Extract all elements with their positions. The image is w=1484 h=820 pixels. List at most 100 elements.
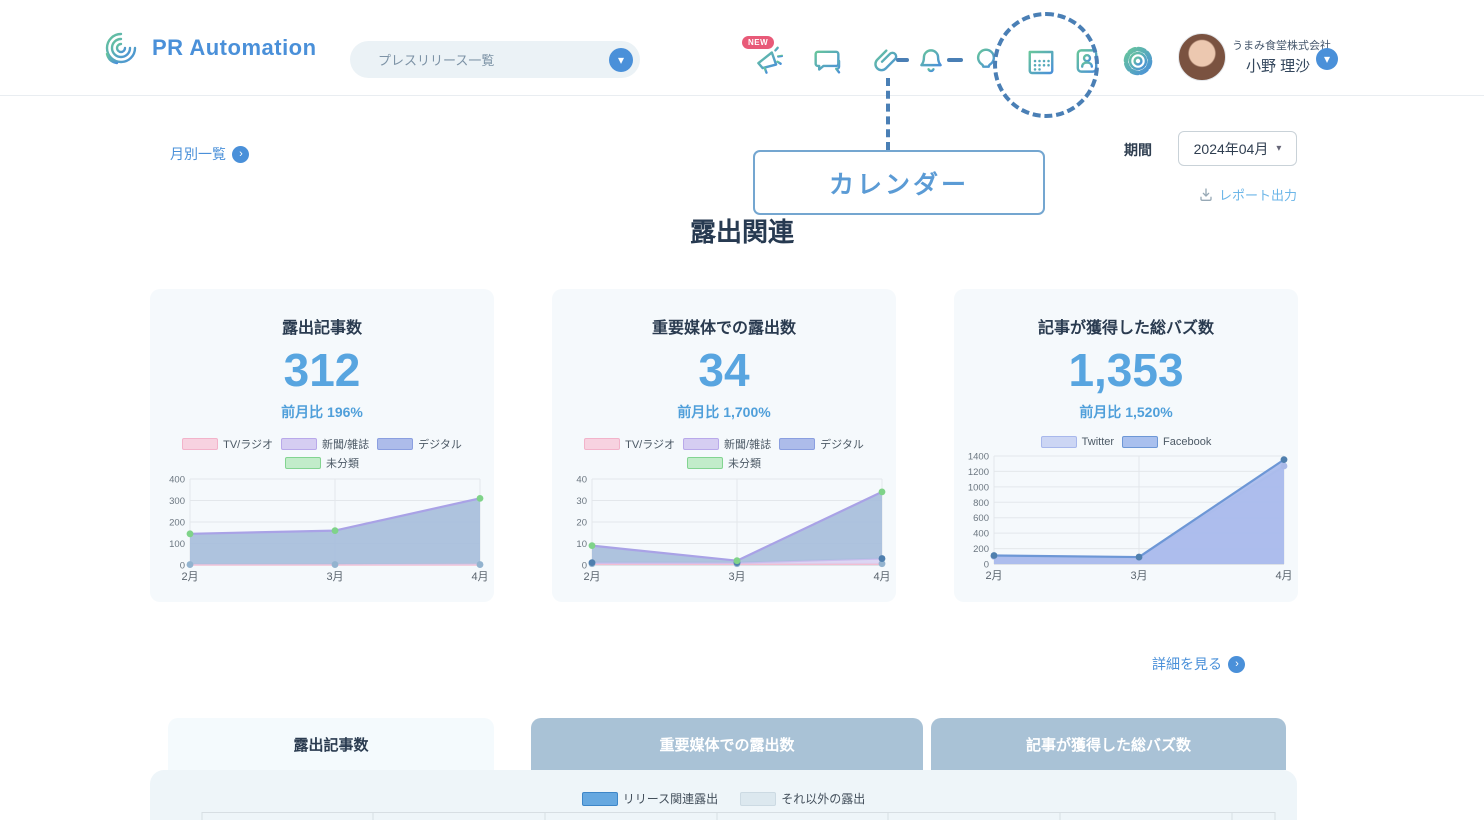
page: PR Automation プレスリリース一覧 ▾ NEW <box>0 0 1484 820</box>
legend-item: 未分類 <box>285 455 359 471</box>
monthly-list-link[interactable]: 月別一覧 › <box>170 144 249 164</box>
svg-text:400: 400 <box>973 529 989 540</box>
stat-card-total-buzz: 記事が獲得した総バズ数 1,353 前月比 1,520% Twitter Fac… <box>954 289 1298 602</box>
see-details-label: 詳細を見る <box>1152 654 1222 674</box>
legend-swatch <box>683 438 719 450</box>
legend-swatch <box>182 438 218 450</box>
chevron-down-icon: ▾ <box>1276 143 1281 154</box>
press-release-select[interactable]: プレスリリース一覧 ▾ <box>350 41 640 78</box>
annotation-dash-segment <box>947 58 963 62</box>
logo[interactable]: PR Automation <box>100 27 317 69</box>
press-release-select-value: プレスリリース一覧 <box>378 50 494 69</box>
svg-text:4月: 4月 <box>471 571 488 583</box>
annotation-dashed-circle <box>993 12 1099 118</box>
chevron-right-icon: › <box>1228 656 1245 673</box>
svg-text:1400: 1400 <box>968 452 989 463</box>
card-title: 記事が獲得した総バズ数 <box>1038 314 1214 338</box>
period-select-value: 2024年04月 <box>1194 139 1269 159</box>
legend-item: 新聞/雑誌 <box>281 436 369 452</box>
annotation-dashed-line <box>886 78 890 150</box>
report-export-label: レポート出力 <box>1219 185 1297 204</box>
trend-chart: 0 200 400 600 800 1000 1200 1400 2月 3月 4月 <box>958 450 1294 589</box>
svg-text:4月: 4月 <box>1275 570 1292 582</box>
chart-legend: TV/ラジオ 新聞/雑誌 デジタル 未分類 <box>182 436 462 471</box>
tab-total-buzz[interactable]: 記事が獲得した総バズ数 <box>931 718 1286 770</box>
svg-text:10: 10 <box>576 539 587 550</box>
legend-swatch <box>687 457 723 469</box>
legend-swatch <box>584 438 620 450</box>
avatar[interactable] <box>1178 33 1226 81</box>
card-title: 重要媒体での露出数 <box>652 314 796 338</box>
monthly-list-label: 月別一覧 <box>170 144 226 164</box>
bottom-chart-grid <box>195 812 1285 820</box>
period-select[interactable]: 2024年04月 ▾ <box>1178 131 1297 166</box>
svg-text:2月: 2月 <box>181 571 198 583</box>
report-export-link[interactable]: レポート出力 <box>1198 185 1297 204</box>
legend-item: Facebook <box>1122 436 1211 448</box>
annotation-dash-segment <box>896 58 909 62</box>
card-mom-change: 前月比 1,700% <box>677 402 770 422</box>
chevron-right-icon: › <box>232 146 249 163</box>
section-title: 露出関連 <box>0 212 1484 249</box>
legend-swatch <box>377 438 413 450</box>
legend-swatch <box>281 438 317 450</box>
svg-text:40: 40 <box>576 475 587 486</box>
logo-spiral-icon <box>100 27 142 69</box>
see-details-link[interactable]: 詳細を見る › <box>1152 654 1245 674</box>
card-title: 露出記事数 <box>282 314 362 338</box>
svg-text:1200: 1200 <box>968 467 989 478</box>
svg-text:1000: 1000 <box>968 483 989 494</box>
svg-text:200: 200 <box>169 518 185 529</box>
svg-text:800: 800 <box>973 498 989 509</box>
card-value: 312 <box>284 346 361 394</box>
svg-text:3月: 3月 <box>1130 570 1147 582</box>
legend-swatch <box>1041 436 1077 448</box>
svg-text:400: 400 <box>169 475 185 486</box>
svg-text:2月: 2月 <box>985 570 1002 582</box>
svg-text:0: 0 <box>582 561 587 572</box>
legend-item: TV/ラジオ <box>584 436 675 452</box>
new-badge: NEW <box>742 36 774 49</box>
legend-swatch <box>1122 436 1158 448</box>
svg-text:300: 300 <box>169 496 185 507</box>
stat-card-exposure-articles: 露出記事数 312 前月比 196% TV/ラジオ 新聞/雑誌 デジタル 未分類… <box>150 289 494 602</box>
user-company: うまみ食堂株式会社 <box>1232 37 1331 53</box>
card-mom-change: 前月比 1,520% <box>1079 402 1172 422</box>
period-label: 期間 <box>1124 140 1152 160</box>
bottom-chart-panel: リリース関連露出 それ以外の露出 <box>150 770 1297 820</box>
svg-text:600: 600 <box>973 514 989 525</box>
legend-item: 新聞/雑誌 <box>683 436 771 452</box>
svg-text:30: 30 <box>576 496 587 507</box>
chat-icon[interactable] <box>808 42 846 80</box>
legend-item: Twitter <box>1041 436 1114 448</box>
gear-icon[interactable] <box>1119 42 1157 80</box>
download-icon <box>1198 187 1214 203</box>
chart-legend: Twitter Facebook <box>1041 436 1212 448</box>
legend-item: デジタル <box>779 436 864 452</box>
trend-chart: 0102030402月3月4月 <box>556 473 892 590</box>
svg-text:200: 200 <box>973 544 989 555</box>
svg-text:3月: 3月 <box>728 571 745 583</box>
header: PR Automation プレスリリース一覧 ▾ NEW <box>0 0 1484 96</box>
tab-key-media[interactable]: 重要媒体での露出数 <box>531 718 923 770</box>
legend-item: 未分類 <box>687 455 761 471</box>
trend-chart: 01002003004002月3月4月 <box>154 473 490 590</box>
user-menu-chevron-icon[interactable]: ▾ <box>1316 48 1338 70</box>
card-value: 1,353 <box>1068 346 1183 394</box>
card-value: 34 <box>698 346 749 394</box>
tab-exposure-articles[interactable]: 露出記事数 <box>168 718 494 770</box>
legend-swatch <box>779 438 815 450</box>
legend-item: リリース関連露出 <box>582 790 718 807</box>
chart-legend: TV/ラジオ 新聞/雑誌 デジタル 未分類 <box>584 436 864 471</box>
svg-text:100: 100 <box>169 539 185 550</box>
svg-text:0: 0 <box>984 560 989 571</box>
svg-text:3月: 3月 <box>326 571 343 583</box>
legend-item: TV/ラジオ <box>182 436 273 452</box>
bottom-chart-legend: リリース関連露出 それ以外の露出 <box>150 790 1297 807</box>
logo-text: PR Automation <box>152 35 317 61</box>
legend-item: デジタル <box>377 436 462 452</box>
legend-swatch <box>740 792 776 806</box>
user-name: 小野 理沙 <box>1246 55 1310 76</box>
svg-text:2月: 2月 <box>583 571 600 583</box>
bell-icon[interactable] <box>912 42 950 80</box>
